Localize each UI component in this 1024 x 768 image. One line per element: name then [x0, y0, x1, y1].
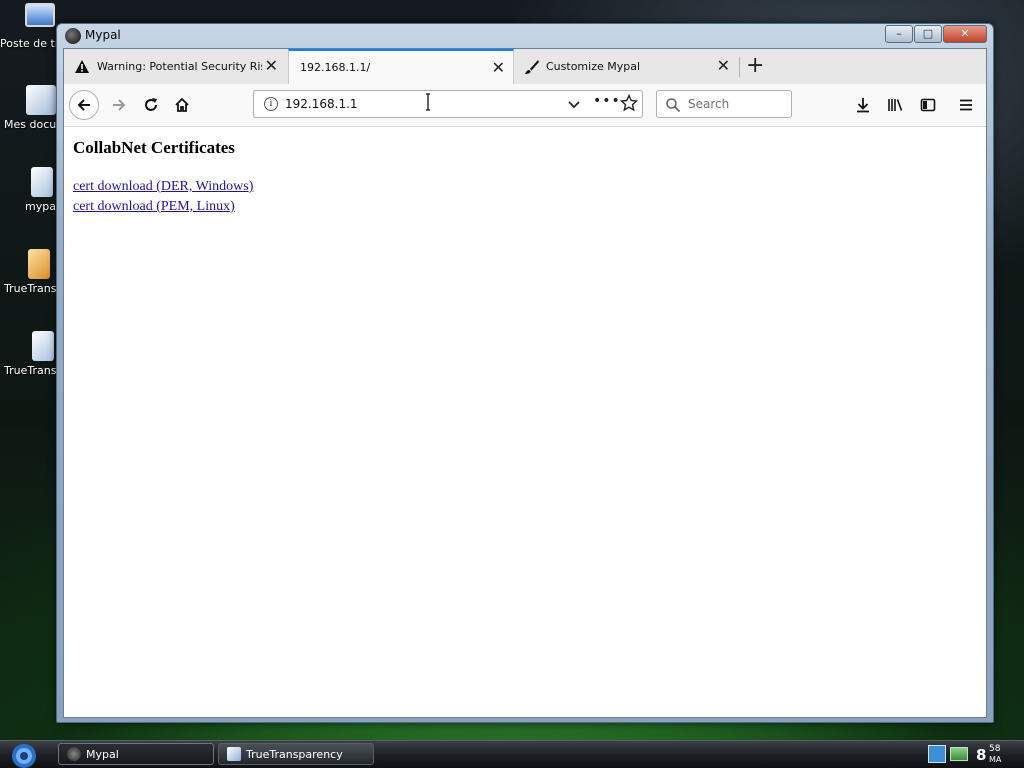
tab-strip: Warning: Potential Security Risk Ah ✕ 19… — [64, 49, 986, 85]
close-tab-icon[interactable]: ✕ — [717, 58, 730, 74]
tab-192-168-1-1[interactable]: 192.168.1.1/ ✕ — [288, 49, 514, 84]
clock-ampm: MA — [989, 755, 1002, 764]
page-title: CollabNet Certificates — [73, 138, 235, 157]
new-tab-button[interactable]: + — [746, 53, 764, 79]
close-tab-icon[interactable]: ✕ — [265, 58, 278, 74]
start-button[interactable] — [4, 741, 40, 768]
site-info-icon[interactable]: i — [264, 97, 278, 111]
network-icon[interactable] — [950, 747, 968, 761]
home-button[interactable] — [167, 90, 197, 120]
close-tab-icon[interactable]: ✕ — [492, 60, 505, 76]
back-button[interactable] — [69, 90, 99, 120]
taskbar: Mypal TrueTransparency 8 58 MA — [0, 740, 1024, 768]
maximize-button[interactable]: □ — [914, 25, 942, 43]
clock-minutes: 58 — [989, 744, 1001, 754]
app-icon — [65, 28, 81, 44]
sidebar-button[interactable] — [913, 90, 943, 120]
sidebar-icon — [920, 98, 936, 112]
tab-separator — [739, 57, 740, 77]
documents-icon — [26, 85, 56, 115]
hamburger-menu-icon — [960, 99, 972, 111]
browser-window: Mypal – □ ✕ Warning: Potential Security … — [56, 23, 994, 723]
cert-download-pem-link[interactable]: cert download (PEM, Linux) — [73, 199, 235, 215]
library-icon — [888, 99, 903, 111]
page-actions-button[interactable]: ••• — [593, 93, 621, 109]
forward-button[interactable] — [104, 90, 134, 120]
tab-label: 192.168.1.1/ — [300, 61, 371, 74]
tab-customize-mypal[interactable]: Customize Mypal ✕ — [514, 49, 738, 84]
window-titlebar[interactable]: Mypal – □ ✕ — [57, 24, 993, 48]
main-menu-button[interactable] — [951, 90, 981, 120]
clock-hour: 8 — [976, 746, 987, 764]
warning-icon — [75, 59, 89, 73]
search-box[interactable]: Search — [656, 90, 792, 118]
cert-download-der-link[interactable]: cert download (DER, Windows) — [73, 179, 253, 195]
navigation-toolbar: i 192.168.1.1 ••• Search — [64, 84, 986, 127]
url-bar[interactable]: i 192.168.1.1 ••• — [253, 90, 643, 118]
tab-security-warning[interactable]: Warning: Potential Security Risk Ah ✕ — [64, 49, 286, 84]
window-icon — [227, 747, 241, 761]
download-icon — [857, 98, 869, 113]
chevron-down-icon[interactable] — [566, 96, 582, 112]
reload-icon — [145, 98, 157, 111]
tab-label: Warning: Potential Security Risk Ah — [97, 60, 262, 73]
forward-arrow-icon — [113, 99, 126, 111]
taskbar-item-label: TrueTransparency — [246, 747, 343, 761]
file-icon — [31, 167, 53, 197]
url-input[interactable]: 192.168.1.1 — [285, 97, 358, 111]
search-icon — [666, 98, 681, 113]
file-icon — [32, 331, 54, 361]
computer-icon — [25, 3, 55, 27]
window-controls: – □ ✕ — [884, 25, 987, 43]
taskbar-item-mypal[interactable]: Mypal — [58, 743, 214, 765]
text-cursor-icon — [426, 93, 430, 111]
close-button[interactable]: ✕ — [943, 25, 987, 43]
home-icon — [175, 97, 189, 112]
search-input[interactable]: Search — [688, 97, 729, 111]
library-button[interactable] — [881, 90, 911, 120]
minimize-button[interactable]: – — [885, 25, 913, 43]
start-orb-icon — [12, 744, 36, 768]
bookmark-star-icon[interactable] — [620, 94, 638, 112]
package-icon — [28, 249, 50, 279]
window-title: Mypal — [85, 28, 121, 42]
brush-icon — [525, 59, 539, 74]
tab-label: Customize Mypal — [546, 60, 641, 73]
taskbar-item-label: Mypal — [86, 747, 119, 761]
page-content: CollabNet Certificates cert download (DE… — [64, 128, 986, 717]
browser-client: Warning: Potential Security Risk Ah ✕ 19… — [63, 48, 987, 718]
downloads-button[interactable] — [848, 90, 878, 120]
back-arrow-icon — [77, 99, 90, 111]
taskbar-item-truetransparency[interactable]: TrueTransparency — [218, 743, 374, 765]
system-tray — [928, 745, 968, 763]
tray-app-icon[interactable] — [928, 745, 946, 763]
mypal-icon — [67, 747, 81, 761]
reload-button[interactable] — [136, 90, 166, 120]
